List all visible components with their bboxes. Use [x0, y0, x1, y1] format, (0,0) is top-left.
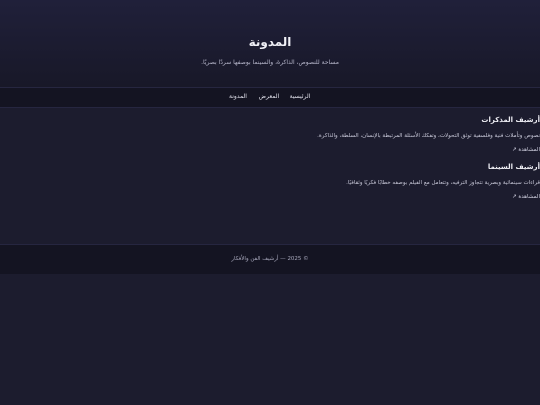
- main-nav: الرئيسية المعرض المدونة: [0, 88, 540, 108]
- section-title-memoirs: أرشيف المذكرات: [481, 116, 540, 124]
- view-link-cinema[interactable]: المشاهدة ↗: [512, 193, 540, 202]
- site-header: المدونة مساحة للنصوص، الذاكرة، والسينما …: [0, 0, 540, 88]
- site-title: المدونة: [248, 35, 292, 49]
- nav-link-home[interactable]: الرئيسية: [285, 92, 315, 102]
- page-background: [0, 274, 540, 405]
- footer-copyright: © 2025 — أرشيف الفن والأفكار: [231, 256, 309, 262]
- page: المدونة مساحة للنصوص، الذاكرة، والسينما …: [0, 0, 540, 405]
- section-description-cinema: قراءات سينمائية وبصرية تتجاوز الترفيه، و…: [346, 180, 540, 186]
- section-title-cinema: أرشيف السينما: [487, 163, 540, 171]
- site-footer: © 2025 — أرشيف الفن والأفكار: [0, 244, 540, 275]
- main-content: أرشيف المذكرات نصوص وتأملات فنية وفلسفية…: [0, 108, 540, 244]
- nav-link-gallery[interactable]: المعرض: [254, 92, 284, 102]
- section-description-memoirs: نصوص وتأملات فنية وفلسفية توثق التحولات،…: [317, 133, 540, 139]
- nav-link-blog[interactable]: المدونة: [223, 92, 253, 102]
- view-link-memoirs[interactable]: المشاهدة ↗: [512, 146, 540, 155]
- site-tagline: مساحة للنصوص، الذاكرة، والسينما بوصفها س…: [201, 59, 339, 66]
